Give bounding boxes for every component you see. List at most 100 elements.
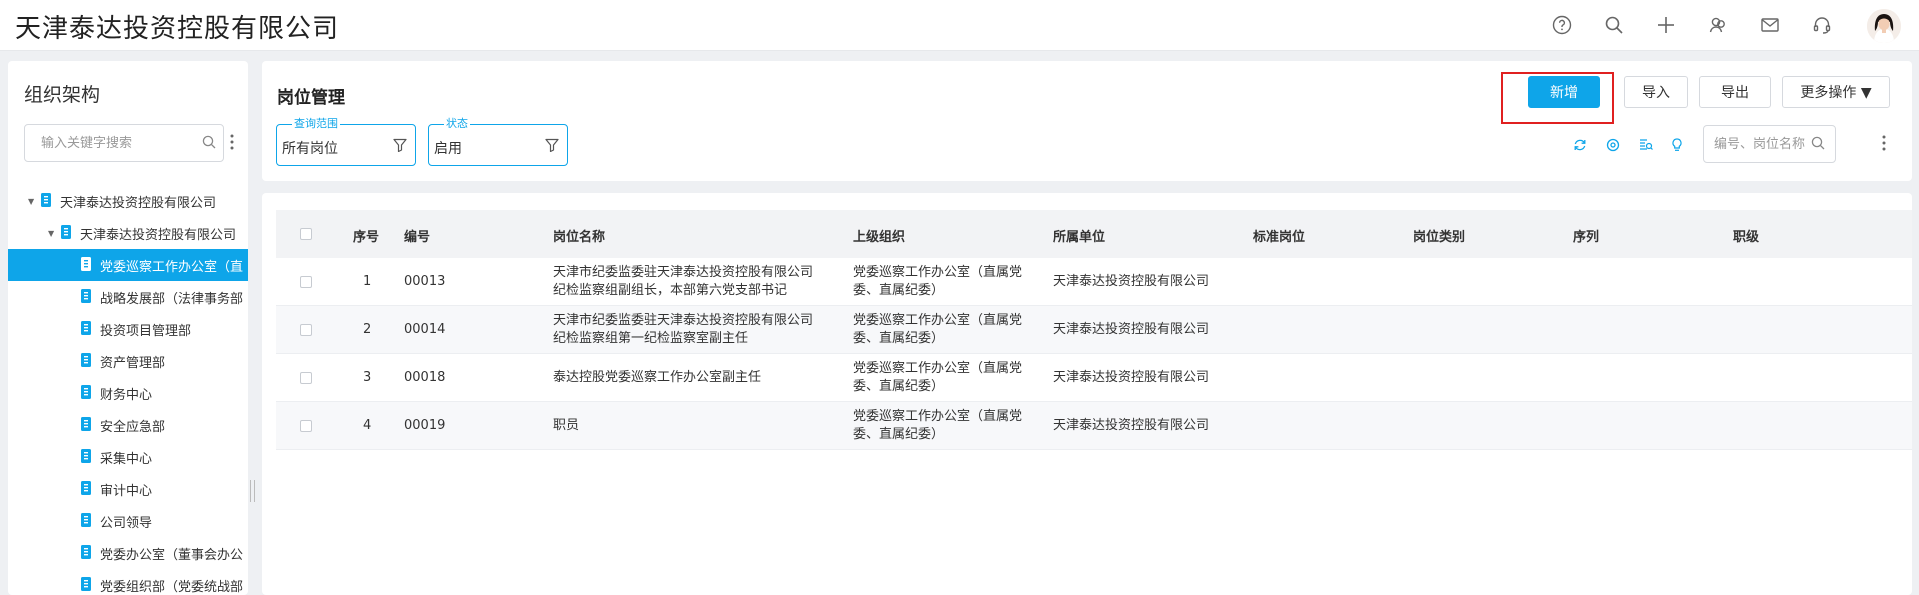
lightbulb-icon[interactable] [1668,136,1686,154]
table-row[interactable]: 3 00018 泰达控股党委巡察工作办公室副主任 党委巡察工作办公室（直属党 委… [276,354,1912,402]
plus-icon[interactable] [1654,13,1678,37]
tree-node-inspection-office[interactable]: 党委巡察工作办公室（直 [8,249,248,281]
users-icon[interactable] [1706,13,1730,37]
column-header[interactable]: 标准岗位 [1253,226,1305,245]
org-structure-title: 组织架构 [24,84,101,106]
mail-icon[interactable] [1758,13,1782,37]
cell-name: 职员 [553,418,580,433]
position-management-header: 岗位管理 新增 导入 导出 更多操作 ▼ 查询范围 所有岗位 状态 启用 [262,61,1912,181]
query-scope-filter[interactable]: 查询范围 所有岗位 [276,117,416,166]
row-checkbox[interactable] [300,324,312,336]
column-filter-icon[interactable] [1637,136,1655,154]
cell-parent-line: 党委巡察工作办公室（直属党 [853,409,1023,424]
tree-node-audit[interactable]: 审计中心 [8,473,248,505]
headset-icon[interactable] [1810,13,1834,37]
tree-node-label: 党委办公室（董事会办公 [100,548,244,563]
filter-icon[interactable] [393,138,407,156]
tree-node-label: 党委组织部（党委统战部 [100,580,244,595]
settings-icon[interactable] [1604,136,1622,154]
panel-resize-handle[interactable] [250,480,255,502]
cell-unit: 天津泰达投资控股有限公司 [1053,274,1210,289]
column-header[interactable]: 所属单位 [1053,226,1105,245]
export-button[interactable]: 导出 [1699,76,1771,108]
position-search-box [1703,125,1836,163]
column-header[interactable]: 编号 [404,226,430,245]
filter-label: 查询范围 [292,117,340,131]
column-header[interactable]: 序列 [1573,226,1599,245]
cell-unit: 天津泰达投资控股有限公司 [1053,370,1210,385]
select-all-checkbox[interactable] [300,228,312,240]
user-avatar[interactable] [1867,9,1901,43]
search-icon[interactable] [1811,136,1825,154]
column-header[interactable]: 岗位类别 [1413,226,1465,245]
tree-node-company[interactable]: ▼ 天津泰达投资控股有限公司 [8,217,248,249]
cell-index: 3 [363,370,372,385]
status-filter[interactable]: 状态 启用 [428,117,568,166]
org-node-icon [81,417,91,435]
tree-node-label: 财务中心 [100,388,153,403]
tree-node-safety[interactable]: 安全应急部 [8,409,248,441]
column-header[interactable]: 职级 [1733,226,1759,245]
search-icon[interactable] [202,135,216,153]
position-search-input[interactable] [1704,126,1814,162]
cell-parent-line: 委、直属纪委） [853,427,945,442]
refresh-icon[interactable] [1571,136,1589,154]
org-node-icon [41,193,51,211]
cell-name: 天津市纪委监委驻天津泰达投资控股有限公司 纪检监察组副组长，本部第六党支部书记 [553,264,813,300]
position-table-card: 序号 编号 岗位名称 上级组织 所属单位 标准岗位 岗位类别 序列 职级 1 0… [262,193,1912,595]
tree-node-label: 采集中心 [100,452,153,467]
cell-unit: 天津泰达投资控股有限公司 [1053,322,1210,337]
tree-node-investment[interactable]: 投资项目管理部 [8,313,248,345]
cell-parent-line: 委、直属纪委） [853,283,945,298]
tree-node-assets[interactable]: 资产管理部 [8,345,248,377]
tree-node-strategy[interactable]: 战略发展部（法律事务部 [8,281,248,313]
table-header: 序号 编号 岗位名称 上级组织 所属单位 标准岗位 岗位类别 序列 职级 [276,210,1912,258]
cell-name-line: 纪检监察组第一纪检监察室副主任 [553,331,749,346]
tree-node-party-org[interactable]: 党委组织部（党委统战部 [8,569,248,595]
column-header[interactable]: 岗位名称 [553,226,605,245]
cell-code: 00013 [404,274,446,289]
position-table: 序号 编号 岗位名称 上级组织 所属单位 标准岗位 岗位类别 序列 职级 1 0… [276,210,1912,450]
row-checkbox[interactable] [300,372,312,384]
cell-parent-line: 党委巡察工作办公室（直属党 [853,265,1023,280]
filter-icon[interactable] [545,138,559,156]
row-checkbox[interactable] [300,420,312,432]
cell-code: 00018 [404,370,446,385]
help-icon[interactable] [1550,13,1574,37]
search-icon[interactable] [1602,13,1626,37]
tree-node-label: 天津泰达投资控股有限公司 [60,196,217,211]
tree-node-collection[interactable]: 采集中心 [8,441,248,473]
org-search-box [24,124,224,162]
org-node-icon [81,545,91,563]
cell-unit: 天津泰达投资控股有限公司 [1053,418,1210,433]
org-node-icon [81,353,91,371]
column-header[interactable]: 上级组织 [853,226,905,245]
org-node-icon [81,385,91,403]
top-header: 天津泰达投资控股有限公司 [0,0,1919,51]
org-search-input[interactable] [25,125,195,161]
table-row[interactable]: 1 00013 天津市纪委监委驻天津泰达投资控股有限公司 纪检监察组副组长，本部… [276,258,1912,306]
tree-node-leadership[interactable]: 公司领导 [8,505,248,537]
more-actions-button[interactable]: 更多操作 ▼ [1782,76,1890,108]
cell-index: 2 [363,322,372,337]
more-options-icon[interactable] [1882,135,1886,155]
org-node-icon [81,481,91,499]
tree-node-party-office[interactable]: 党委办公室（董事会办公 [8,537,248,569]
cell-parent-org: 党委巡察工作办公室（直属党 委、直属纪委） [853,312,1022,348]
add-button[interactable]: 新增 [1528,76,1600,108]
table-row[interactable]: 4 00019 职员 党委巡察工作办公室（直属党 委、直属纪委） 天津泰达投资控… [276,402,1912,450]
cell-parent-org: 党委巡察工作办公室（直属党 委、直属纪委） [853,408,1022,444]
tree-node-root[interactable]: ▼ 天津泰达投资控股有限公司 [8,185,248,217]
column-header[interactable]: 序号 [353,226,379,245]
tree-node-finance[interactable]: 财务中心 [8,377,248,409]
import-button[interactable]: 导入 [1624,76,1688,108]
caret-down-icon[interactable]: ▼ [28,197,34,206]
filter-value: 启用 [434,141,462,157]
tree-node-label: 审计中心 [100,484,153,499]
row-checkbox[interactable] [300,276,312,288]
tree-node-label: 战略发展部（法律事务部 [100,292,244,307]
more-options-icon[interactable] [230,134,234,154]
table-row[interactable]: 2 00014 天津市纪委监委驻天津泰达投资控股有限公司 纪检监察组第一纪检监察… [276,306,1912,354]
org-node-icon [81,513,91,531]
caret-down-icon[interactable]: ▼ [48,229,54,238]
